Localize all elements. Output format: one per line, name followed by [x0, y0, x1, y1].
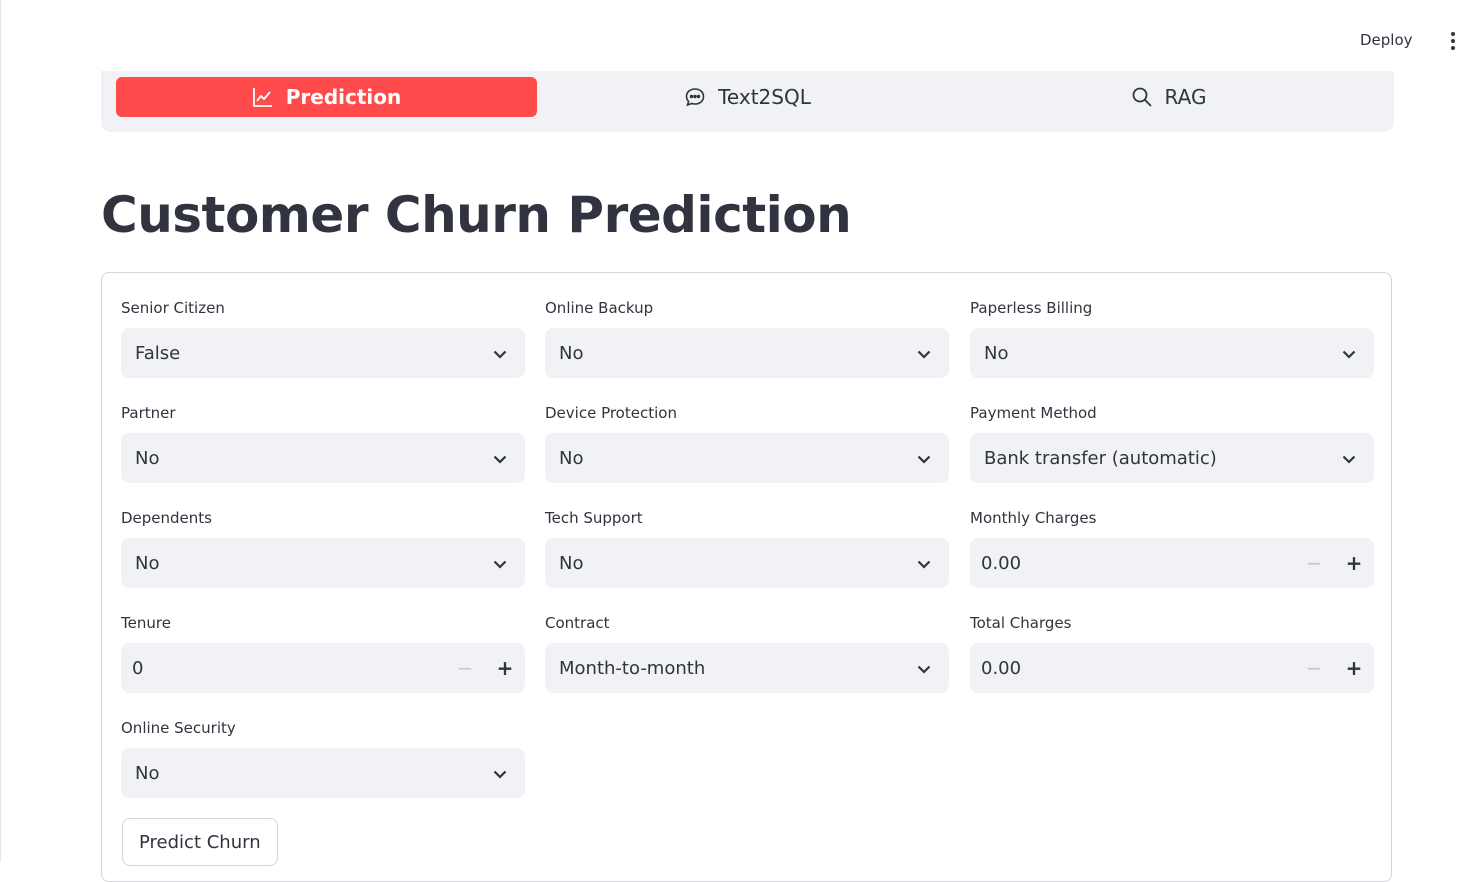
line-chart-icon [252, 86, 274, 108]
device-protection-field: Device Protection No [545, 378, 949, 483]
tab-text2sql[interactable]: Text2SQL [537, 77, 958, 117]
tenure-number-input[interactable]: 0 − + [121, 643, 525, 693]
partner-field: Partner No [121, 378, 525, 483]
decrement-button[interactable]: − [1294, 643, 1334, 693]
online-security-select[interactable]: No [121, 748, 525, 798]
decrement-button[interactable]: − [445, 643, 485, 693]
payment-method-select[interactable]: Bank transfer (automatic) [970, 433, 1374, 483]
field-label: Contract [545, 614, 610, 632]
dependents-select[interactable]: No [121, 538, 525, 588]
select-value: No [559, 342, 584, 364]
decrement-button[interactable]: − [1294, 538, 1334, 588]
total-charges-field: Total Charges 0.00 − + [970, 588, 1374, 693]
online-backup-field: Online Backup No [545, 273, 949, 378]
tab-label: RAG [1164, 85, 1207, 109]
field-label: Paperless Billing [970, 299, 1093, 317]
chevron-down-icon [493, 343, 507, 364]
online-backup-select[interactable]: No [545, 328, 949, 378]
online-security-field: Online Security No [121, 693, 525, 798]
chevron-down-icon [1342, 448, 1356, 469]
field-label: Total Charges [970, 614, 1072, 632]
tab-prediction[interactable]: Prediction [116, 77, 537, 117]
deploy-button[interactable]: Deploy [1360, 31, 1413, 49]
select-value: No [559, 447, 584, 469]
chat-bubble-icon [684, 86, 706, 108]
chevron-down-icon [493, 448, 507, 469]
select-value: No [984, 342, 1009, 364]
total-charges-number-input[interactable]: 0.00 − + [970, 643, 1374, 693]
tech-support-field: Tech Support No [545, 483, 949, 588]
chevron-down-icon [1342, 343, 1356, 364]
field-label: Tech Support [545, 509, 643, 527]
chevron-down-icon [493, 763, 507, 784]
number-value[interactable]: 0.00 [981, 553, 1294, 574]
increment-button[interactable]: + [1334, 538, 1374, 588]
increment-button[interactable]: + [1334, 643, 1374, 693]
chevron-down-icon [493, 553, 507, 574]
partner-select[interactable]: No [121, 433, 525, 483]
tab-label: Text2SQL [718, 85, 811, 109]
number-value[interactable]: 0 [132, 658, 445, 679]
select-value: No [135, 552, 160, 574]
device-protection-select[interactable]: No [545, 433, 949, 483]
tab-rag[interactable]: RAG [958, 77, 1379, 117]
search-icon [1131, 86, 1153, 108]
senior-citizen-field: Senior Citizen False [121, 273, 525, 378]
page-title: Customer Churn Prediction [101, 186, 852, 244]
contract-field: Contract Month-to-month [545, 588, 949, 693]
chevron-down-icon [917, 343, 931, 364]
payment-method-field: Payment Method Bank transfer (automatic) [970, 378, 1374, 483]
select-value: No [135, 447, 160, 469]
field-label: Senior Citizen [121, 299, 225, 317]
field-label: Monthly Charges [970, 509, 1097, 527]
field-label: Payment Method [970, 404, 1097, 422]
monthly-charges-field: Monthly Charges 0.00 − + [970, 483, 1374, 588]
monthly-charges-number-input[interactable]: 0.00 − + [970, 538, 1374, 588]
contract-select[interactable]: Month-to-month [545, 643, 949, 693]
prediction-form: Senior Citizen False Partner No Dependen… [101, 272, 1392, 882]
chevron-down-icon [917, 448, 931, 469]
select-value: Month-to-month [559, 657, 706, 679]
select-value: No [135, 762, 160, 784]
dependents-field: Dependents No [121, 483, 525, 588]
senior-citizen-select[interactable]: False [121, 328, 525, 378]
select-value: False [135, 342, 181, 364]
increment-button[interactable]: + [485, 643, 525, 693]
tenure-field: Tenure 0 − + [121, 588, 525, 693]
field-label: Device Protection [545, 404, 677, 422]
tab-bar: Prediction Text2SQL RAG [101, 71, 1394, 132]
field-label: Partner [121, 404, 176, 422]
tab-label: Prediction [285, 85, 402, 109]
chevron-down-icon [917, 553, 931, 574]
paperless-billing-field: Paperless Billing No [970, 273, 1374, 378]
number-value[interactable]: 0.00 [981, 658, 1294, 679]
select-value: Bank transfer (automatic) [984, 447, 1217, 469]
paperless-billing-select[interactable]: No [970, 328, 1374, 378]
predict-churn-button[interactable]: Predict Churn [122, 818, 278, 866]
field-label: Online Security [121, 719, 236, 737]
chevron-down-icon [917, 658, 931, 679]
tech-support-select[interactable]: No [545, 538, 949, 588]
kebab-menu-icon[interactable] [1447, 32, 1459, 52]
select-value: No [559, 552, 584, 574]
field-label: Tenure [121, 614, 171, 632]
field-label: Online Backup [545, 299, 654, 317]
field-label: Dependents [121, 509, 212, 527]
page-left-border [0, 0, 1, 862]
